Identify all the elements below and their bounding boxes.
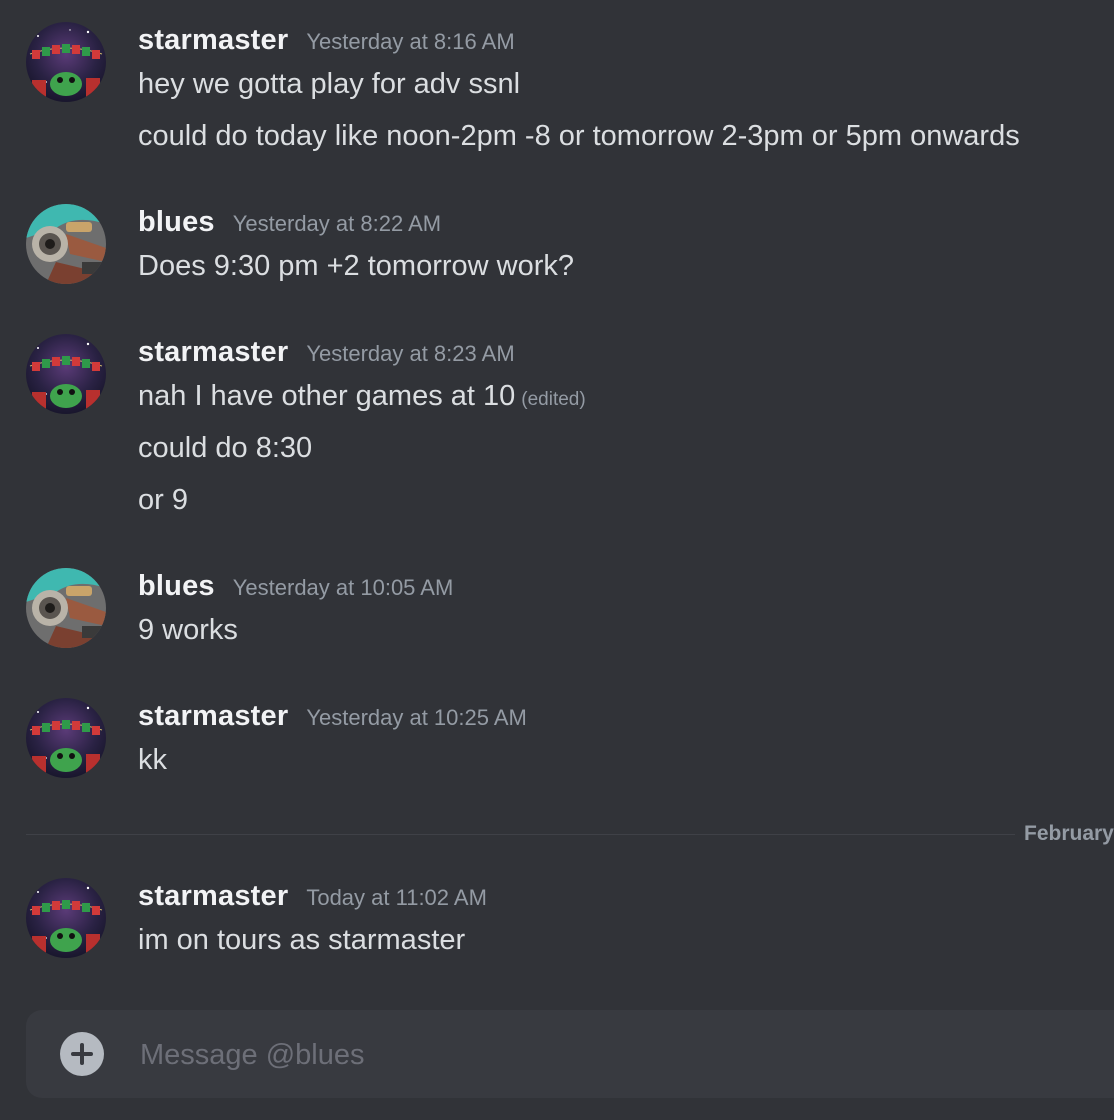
message-author[interactable]: blues (138, 206, 215, 239)
message-text: nah I have other games at 10 (138, 380, 516, 412)
message-text-edited: nah I have other games at 10 (edited) (138, 380, 586, 413)
message-composer (26, 1010, 1114, 1098)
message-text: could do 8:30 (138, 432, 313, 464)
message-timestamp: Today at 11:02 AM (306, 885, 487, 910)
plus-circle-icon[interactable] (60, 1032, 104, 1076)
message-timestamp: Yesterday at 8:23 AM (306, 341, 515, 366)
message-author[interactable]: blues (138, 570, 215, 603)
message-author[interactable]: starmaster (138, 700, 288, 733)
date-divider-line (26, 834, 1015, 835)
message-author[interactable]: starmaster (138, 336, 288, 369)
starmaster-avatar[interactable] (26, 334, 106, 414)
message-author[interactable]: starmaster (138, 24, 288, 57)
message-timestamp: Yesterday at 8:22 AM (232, 211, 442, 236)
message-timestamp: Yesterday at 8:16 AM (306, 29, 515, 54)
starmaster-avatar[interactable] (26, 878, 106, 958)
starmaster-avatar[interactable] (26, 22, 106, 102)
message-author[interactable]: starmaster (138, 880, 288, 913)
edited-label: (edited) (521, 389, 586, 410)
message-input[interactable] (138, 1028, 1042, 1082)
message-timestamp: Yesterday at 10:25 AM (306, 705, 527, 730)
message-text: Does 9:30 pm +2 tomorrow work? (138, 250, 574, 282)
blues-avatar[interactable] (26, 568, 106, 648)
message-text: could do today like noon-2pm -8 or tomor… (138, 120, 1020, 152)
dm-chat: starmaster Yesterday at 8:16 AM hey we g… (0, 0, 1114, 1120)
message-timestamp: Yesterday at 10:05 AM (232, 575, 454, 600)
message-text: kk (138, 744, 167, 776)
blues-avatar[interactable] (26, 204, 106, 284)
starmaster-avatar[interactable] (26, 698, 106, 778)
date-divider-label: February (1024, 822, 1114, 845)
message-text: 9 works (138, 614, 238, 646)
message-text: im on tours as starmaster (138, 924, 466, 956)
message-text: or 9 (138, 484, 188, 516)
message-text: hey we gotta play for adv ssnl (138, 68, 521, 100)
